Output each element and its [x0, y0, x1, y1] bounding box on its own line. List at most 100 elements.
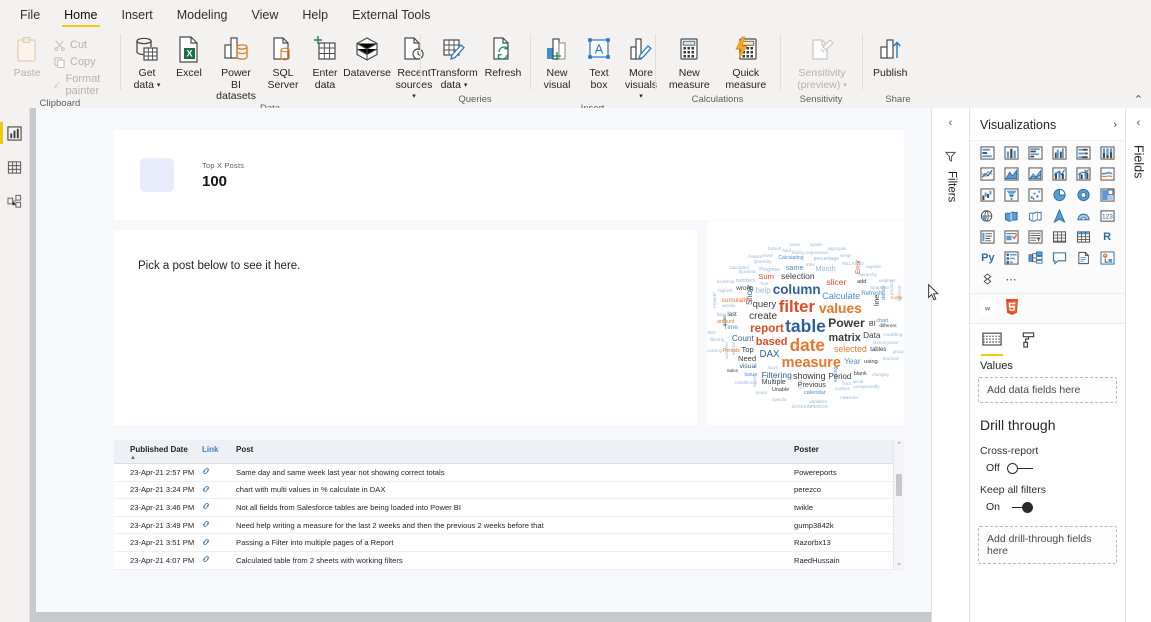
word-cloud-word[interactable]: highest: [718, 288, 732, 293]
slicer-visual-icon[interactable]: [1024, 227, 1048, 247]
word-cloud-word[interactable]: measure: [782, 355, 841, 370]
card-visual-icon[interactable]: 123: [1095, 206, 1119, 226]
arcgis-map-visual-icon[interactable]: [1048, 206, 1072, 226]
tab-insert[interactable]: Insert: [110, 4, 165, 28]
gauge-visual-icon[interactable]: [1071, 206, 1095, 226]
python-script-visual-icon[interactable]: Py: [976, 248, 1000, 268]
word-cloud-word[interactable]: measures: [840, 395, 858, 400]
table-row[interactable]: 23-Apr-21 4:07 PM Calculated table from 2…: [114, 552, 904, 570]
table-row[interactable]: 23-Apr-21 3:49 PM Need help writing a mea…: [114, 517, 904, 535]
kpi-visual-icon[interactable]: [1000, 227, 1024, 247]
map-visual-icon[interactable]: [976, 206, 1000, 226]
word-cloud-word[interactable]: negative: [865, 265, 881, 269]
word-cloud-word[interactable]: last: [727, 312, 736, 318]
clustered-column-chart-icon[interactable]: [1048, 143, 1072, 163]
word-cloud-word[interactable]: filter: [779, 299, 815, 316]
clustered-bar-chart-icon[interactable]: [1024, 143, 1048, 163]
word-cloud-word[interactable]: Filtering: [762, 371, 792, 380]
excel-button[interactable]: X Excel: [168, 32, 210, 80]
filters-pane-collapsed[interactable]: ‹ Filters: [931, 108, 969, 622]
word-cloud-word[interactable]: weighted: [879, 279, 896, 283]
word-cloud-word[interactable]: changing: [872, 372, 889, 377]
cross-report-switch[interactable]: [1006, 462, 1033, 474]
word-cloud-word[interactable]: table: [785, 318, 826, 336]
word-cloud-word[interactable]: visual: [740, 363, 757, 371]
line-and-clustered-column-chart-icon[interactable]: [1071, 164, 1095, 184]
table-row[interactable]: 23-Apr-21 2:57 PM Same day and same week …: [114, 464, 904, 482]
word-cloud-word[interactable]: sparks: [810, 242, 822, 247]
drill-through-dropzone[interactable]: Add drill-through fields here: [978, 526, 1117, 564]
waterfall-chart-icon[interactable]: [976, 185, 1000, 205]
word-cloud-word[interactable]: True: [760, 281, 768, 286]
word-cloud-word[interactable]: help: [755, 286, 770, 295]
word-cloud-word[interactable]: years: [756, 390, 767, 395]
word-cloud-word[interactable]: Calculated: [729, 265, 749, 270]
stacked-column-chart-icon[interactable]: [1000, 143, 1024, 163]
word-cloud-word[interactable]: Stacked: [882, 356, 898, 361]
word-cloud-word[interactable]: slicer: [827, 278, 847, 287]
matrix-visual-icon[interactable]: [1071, 227, 1095, 247]
word-cloud-word[interactable]: tables: [870, 347, 886, 353]
column-header-published-date[interactable]: Published Date: [114, 445, 202, 454]
keep-all-filters-switch[interactable]: [1007, 501, 1034, 513]
link-icon[interactable]: [202, 502, 236, 512]
table-visual-icon[interactable]: [1048, 227, 1072, 247]
word-cloud-word[interactable]: Sparkline: [870, 285, 889, 290]
word-cloud-word[interactable]: Period: [829, 373, 852, 381]
word-cloud-word[interactable]: calendar: [804, 390, 826, 397]
scroll-down-button[interactable]: ⌄: [894, 558, 904, 569]
word-cloud-word[interactable]: using: [864, 359, 878, 366]
decomposition-tree-visual-icon[interactable]: [1024, 248, 1048, 268]
table-row[interactable]: 23-Apr-21 3:51 PM Passing a Filter into m…: [114, 534, 904, 552]
link-icon[interactable]: [202, 467, 236, 477]
word-cloud-word[interactable]: Top: [741, 346, 753, 354]
treemap-chart-icon[interactable]: [1095, 185, 1119, 205]
word-cloud-word[interactable]: percentage: [814, 257, 840, 262]
values-dropzone[interactable]: Add data fields here: [978, 377, 1117, 403]
word-cloud-word[interactable]: total: [799, 380, 805, 389]
dataverse-button[interactable]: Dataverse: [343, 32, 391, 80]
qna-visual-icon[interactable]: [1048, 248, 1072, 268]
tab-home[interactable]: Home: [52, 4, 109, 28]
word-cloud-word[interactable]: selection: [781, 272, 815, 281]
word-cloud-visual[interactable]: table date filter measure values column Power r…: [707, 221, 904, 425]
new-measure-button[interactable]: New measure: [661, 32, 718, 91]
word-cloud-word[interactable]: aggregate: [828, 246, 847, 251]
word-cloud-word[interactable]: create: [749, 311, 777, 322]
more-options-icon[interactable]: ⋯: [1000, 269, 1024, 289]
funnel-chart-icon[interactable]: [1000, 185, 1024, 205]
word-cloud-word[interactable]: RELATED: [842, 262, 864, 268]
word-cloud-word[interactable]: query: [753, 298, 777, 308]
word-cloud-word[interactable]: forward: [748, 254, 762, 259]
word-cloud-custom-visual-icon[interactable]: w: [980, 299, 995, 318]
fields-collapse-chevron-icon[interactable]: ‹: [1126, 108, 1151, 129]
word-cloud-word[interactable]: numbers: [736, 278, 756, 284]
word-cloud-word[interactable]: DAX: [759, 349, 779, 360]
tab-help[interactable]: Help: [290, 4, 340, 28]
multi-row-card-visual-icon[interactable]: [976, 227, 1000, 247]
cross-report-toggle[interactable]: Off: [978, 459, 1117, 478]
word-cloud-word[interactable]: Progress: [759, 267, 779, 273]
tab-modeling[interactable]: Modeling: [165, 4, 240, 28]
word-cloud-word[interactable]: selected: [834, 345, 867, 354]
word-cloud-word[interactable]: add: [857, 279, 867, 286]
word-cloud-word[interactable]: same: [786, 263, 804, 271]
sidebar-item-report-view[interactable]: [0, 116, 29, 150]
word-cloud-word[interactable]: PowerBI: [712, 292, 717, 308]
tab-view[interactable]: View: [240, 4, 291, 28]
sidebar-item-model-view[interactable]: [0, 184, 29, 218]
scroll-up-button[interactable]: ⌃: [894, 440, 904, 451]
donut-chart-icon[interactable]: [1071, 185, 1095, 205]
filled-map-visual-icon[interactable]: [1000, 206, 1024, 226]
visualizations-expand-chevron-icon[interactable]: ›: [1113, 119, 1117, 131]
word-cloud-word[interactable]: Denominator: [873, 340, 899, 345]
word-cloud-word[interactable]: report: [750, 322, 784, 335]
ribbon-chart-icon[interactable]: [1095, 164, 1119, 184]
100-percent-stacked-column-chart-icon[interactable]: [1095, 143, 1119, 163]
word-cloud-word[interactable]: Data: [863, 331, 880, 340]
word-cloud-word[interactable]: weeks: [722, 304, 736, 310]
tab-file[interactable]: File: [8, 4, 52, 28]
word-cloud-word[interactable]: Power: [828, 317, 865, 329]
link-icon[interactable]: [202, 555, 236, 565]
scrollbar-thumb[interactable]: [896, 474, 902, 496]
